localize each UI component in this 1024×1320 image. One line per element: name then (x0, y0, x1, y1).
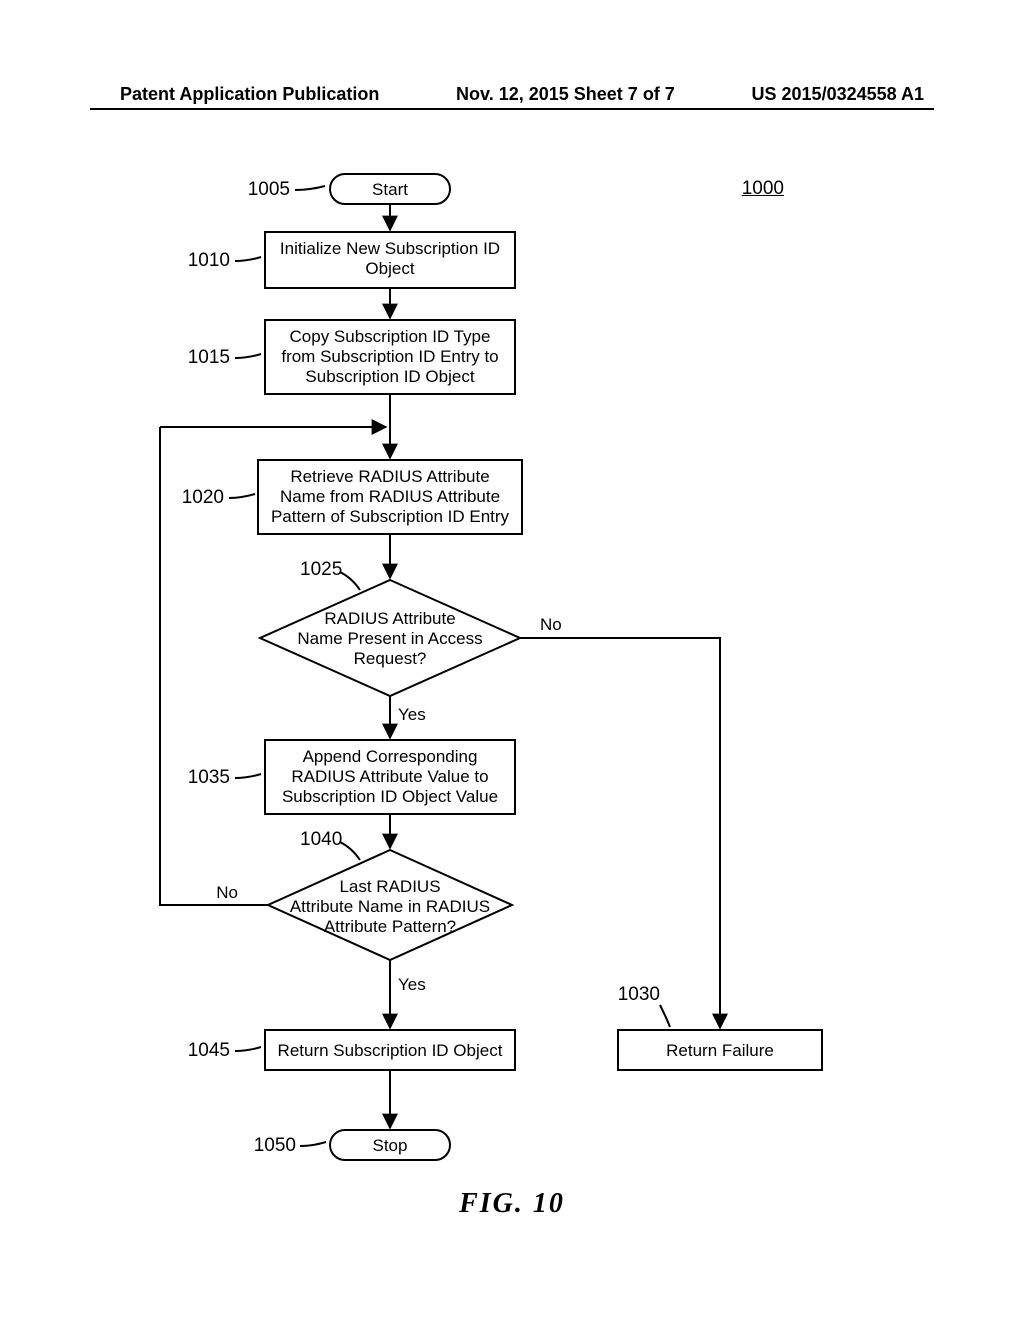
node-init-l2: Object (365, 259, 414, 278)
node-append: Append Corresponding RADIUS Attribute Va… (188, 740, 515, 814)
node-copy-l3: Subscription ID Object (305, 367, 474, 386)
node-retrieve: Retrieve RADIUS Attribute Name from RADI… (182, 460, 522, 534)
node-stop: Stop 1050 (254, 1130, 450, 1160)
flowchart: Start 1005 Initialize New Subscription I… (0, 0, 1024, 1320)
node-return-ok-ref: 1045 (188, 1040, 230, 1061)
node-d2-l1: Last RADIUS (339, 877, 440, 896)
node-d1-l1: RADIUS Attribute (324, 609, 455, 628)
node-return-fail-ref: 1030 (618, 984, 660, 1005)
node-append-l3: Subscription ID Object Value (282, 787, 498, 806)
node-append-ref: 1035 (188, 767, 230, 788)
node-retrieve-l2: Name from RADIUS Attribute (280, 487, 500, 506)
node-d1-ref: 1025 (300, 559, 342, 580)
node-start: Start 1005 (248, 174, 450, 204)
node-decision2: Last RADIUS Attribute Name in RADIUS Att… (268, 829, 512, 960)
node-copy-l1: Copy Subscription ID Type (290, 327, 491, 346)
node-d2-ref: 1040 (300, 829, 342, 850)
node-start-text: Start (372, 180, 408, 199)
node-init-l1: Initialize New Subscription ID (280, 239, 500, 258)
node-d2-l2: Attribute Name in RADIUS (290, 897, 490, 916)
node-init: Initialize New Subscription ID Object 10… (188, 232, 515, 288)
d2-no-label: No (216, 883, 238, 902)
node-copy-ref: 1015 (188, 347, 230, 368)
node-init-ref: 1010 (188, 250, 230, 271)
node-retrieve-l1: Retrieve RADIUS Attribute (290, 467, 489, 486)
node-return-ok: Return Subscription ID Object 1045 (188, 1030, 515, 1070)
figure-label: FIG. 10 (0, 1188, 1024, 1220)
node-stop-ref: 1050 (254, 1135, 296, 1156)
d1-no-label: No (540, 615, 562, 634)
node-stop-text: Stop (373, 1136, 408, 1155)
patent-page: Patent Application Publication Nov. 12, … (0, 0, 1024, 1320)
node-d1-l3: Request? (354, 649, 427, 668)
node-append-l1: Append Corresponding (303, 747, 478, 766)
arrow-d1-no (520, 638, 720, 1028)
node-return-ok-l1: Return Subscription ID Object (278, 1041, 503, 1060)
node-return-fail-l1: Return Failure (666, 1041, 774, 1060)
node-start-ref: 1005 (248, 179, 290, 200)
node-d2-l3: Attribute Pattern? (324, 917, 456, 936)
node-d1-l2: Name Present in Access (297, 629, 482, 648)
d1-yes-label: Yes (398, 705, 426, 724)
node-decision1: RADIUS Attribute Name Present in Access … (260, 559, 520, 696)
d2-yes-label: Yes (398, 975, 426, 994)
node-append-l2: RADIUS Attribute Value to (291, 767, 488, 786)
node-copy: Copy Subscription ID Type from Subscript… (188, 320, 515, 394)
node-retrieve-ref: 1020 (182, 487, 224, 508)
node-copy-l2: from Subscription ID Entry to (281, 347, 498, 366)
node-retrieve-l3: Pattern of Subscription ID Entry (271, 507, 510, 526)
